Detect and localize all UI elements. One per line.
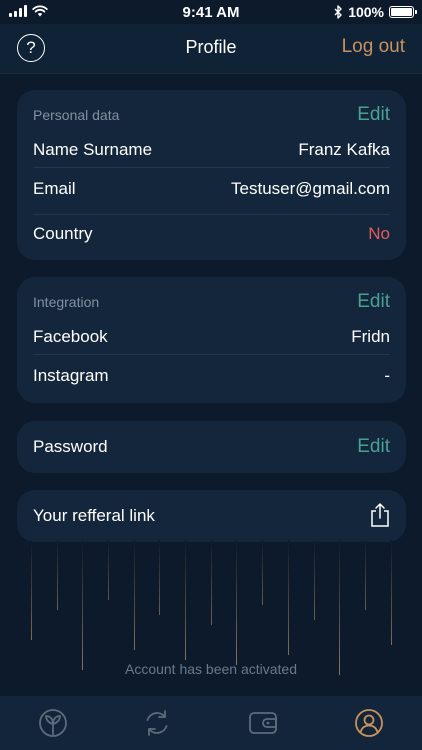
logout-button[interactable]: Log out [342, 36, 405, 58]
personal-data-edit-button[interactable]: Edit [357, 104, 390, 126]
password-label: Password [33, 437, 108, 456]
password-card[interactable]: Password Edit [17, 421, 406, 473]
password-edit-button[interactable]: Edit [357, 436, 390, 458]
refresh-icon [146, 710, 168, 736]
name-value: Franz Kafka [298, 140, 390, 159]
name-row[interactable]: Name Surname Franz Kafka [33, 130, 390, 168]
tab-wallet[interactable] [248, 708, 278, 738]
bluetooth-icon [334, 5, 342, 19]
integration-card: Integration Edit Facebook Fridn Instagra… [17, 277, 406, 403]
integration-label: Integration [33, 294, 100, 310]
decorative-lines [17, 540, 406, 680]
personal-data-card: Personal data Edit Name Surname Franz Ka… [17, 90, 406, 260]
referral-label: Your refferal link [33, 506, 155, 525]
battery-icon [389, 6, 417, 18]
profile-screen: 9:41 AM 100% ? Profile Log out Personal … [0, 0, 422, 750]
country-row[interactable]: Country No [33, 214, 390, 252]
tab-home[interactable] [38, 708, 68, 738]
nav-bar: ? Profile Log out [0, 24, 422, 74]
personal-data-label: Personal data [33, 107, 120, 123]
activation-status: Account has been activated [124, 661, 297, 677]
facebook-value: Fridn [351, 327, 390, 346]
user-icon [355, 709, 383, 737]
wallet-icon [249, 712, 277, 734]
tab-bar [0, 696, 422, 750]
facebook-row[interactable]: Facebook Fridn [33, 317, 390, 355]
referral-card[interactable]: Your refferal link [17, 490, 406, 542]
sprout-icon [39, 709, 67, 737]
status-right: 100% [334, 4, 417, 20]
battery-percent: 100% [348, 4, 384, 20]
email-value: Testuser@gmail.com [231, 179, 390, 198]
email-row[interactable]: Email Testuser@gmail.com [33, 169, 390, 215]
country-label: Country [33, 224, 93, 243]
name-label: Name Surname [33, 140, 153, 159]
instagram-label: Instagram [33, 366, 109, 385]
tab-profile[interactable] [354, 708, 384, 738]
status-bar: 9:41 AM 100% [0, 0, 422, 24]
tab-exchange[interactable] [142, 708, 172, 738]
country-value: No [368, 224, 390, 243]
instagram-value: - [384, 366, 390, 385]
email-label: Email [33, 179, 76, 198]
instagram-row[interactable]: Instagram - [33, 356, 390, 394]
facebook-label: Facebook [33, 327, 108, 346]
share-icon[interactable] [370, 502, 390, 528]
integration-edit-button[interactable]: Edit [357, 291, 390, 313]
